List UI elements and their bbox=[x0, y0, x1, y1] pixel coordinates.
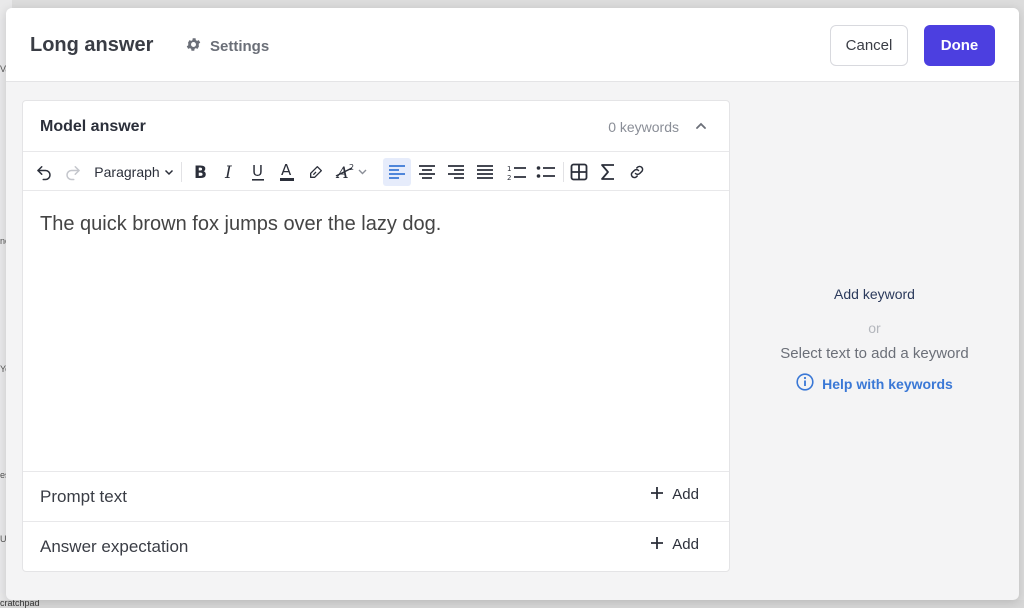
background-footer bbox=[0, 600, 1024, 608]
bullet-list-icon[interactable] bbox=[533, 158, 559, 186]
info-icon bbox=[796, 373, 814, 394]
highlighter-icon[interactable] bbox=[304, 158, 328, 186]
toolbar-divider bbox=[563, 162, 564, 182]
long-answer-modal: Long answer Settings Cancel Done Model a… bbox=[6, 8, 1019, 600]
done-button[interactable]: Done bbox=[924, 25, 995, 66]
svg-text:I: I bbox=[224, 163, 232, 181]
svg-text:A: A bbox=[281, 161, 292, 179]
editor-toolbar: Paragraph B I U A A2 bbox=[23, 151, 729, 191]
align-justify-icon[interactable] bbox=[472, 158, 498, 186]
svg-text:B: B bbox=[194, 163, 207, 181]
settings-button[interactable]: Settings bbox=[185, 36, 269, 57]
keywords-count: 0 keywords bbox=[608, 119, 679, 135]
sigma-icon[interactable] bbox=[595, 158, 621, 186]
align-center-icon[interactable] bbox=[414, 158, 440, 186]
chevron-up-icon[interactable] bbox=[693, 118, 709, 134]
paragraph-select[interactable]: Paragraph bbox=[91, 158, 177, 186]
chevron-down-icon bbox=[164, 167, 174, 177]
add-label: Add bbox=[672, 536, 699, 553]
model-answer-card: Model answer 0 keywords Paragraph B I U … bbox=[22, 100, 730, 572]
add-answer-expectation-button[interactable]: Add bbox=[651, 536, 699, 553]
text-color-icon[interactable]: A bbox=[275, 158, 299, 186]
answer-editor[interactable]: The quick brown fox jumps over the lazy … bbox=[40, 213, 441, 236]
undo-icon[interactable] bbox=[31, 158, 57, 186]
add-label: Add bbox=[672, 486, 699, 503]
clear-format-icon[interactable]: A2 bbox=[333, 158, 373, 186]
table-icon[interactable] bbox=[566, 158, 592, 186]
redo-icon[interactable] bbox=[60, 158, 86, 186]
prompt-text-row: Prompt text Add bbox=[23, 471, 729, 521]
bold-icon[interactable]: B bbox=[188, 158, 212, 186]
keyword-panel: Add keyword or Select text to add a keyw… bbox=[730, 286, 1019, 396]
modal-title: Long answer bbox=[30, 34, 154, 56]
help-with-keywords-link[interactable]: Help with keywords bbox=[796, 373, 953, 394]
underline-icon[interactable]: U bbox=[246, 158, 270, 186]
or-separator: or bbox=[868, 320, 881, 336]
answer-expectation-row: Answer expectation Add bbox=[23, 521, 729, 571]
svg-text:2: 2 bbox=[507, 174, 511, 181]
prompt-text-label: Prompt text bbox=[40, 487, 127, 506]
add-prompt-text-button[interactable]: Add bbox=[651, 486, 699, 503]
numbered-list-icon[interactable]: 12 bbox=[504, 158, 530, 186]
modal-header: Long answer Settings Cancel Done bbox=[6, 8, 1019, 82]
paragraph-label: Paragraph bbox=[94, 164, 160, 180]
select-text-hint: Select text to add a keyword bbox=[780, 345, 969, 362]
link-icon[interactable] bbox=[624, 158, 650, 186]
svg-text:U: U bbox=[252, 162, 263, 180]
italic-icon[interactable]: I bbox=[217, 158, 241, 186]
answer-expectation-label: Answer expectation bbox=[40, 537, 189, 556]
align-left-icon[interactable] bbox=[383, 158, 411, 186]
plus-icon bbox=[651, 536, 664, 553]
card-title: Model answer bbox=[40, 118, 146, 135]
svg-text:1: 1 bbox=[507, 165, 511, 173]
cancel-button[interactable]: Cancel bbox=[830, 25, 908, 66]
toolbar-divider bbox=[181, 162, 182, 182]
align-right-icon[interactable] bbox=[443, 158, 469, 186]
gear-icon bbox=[185, 36, 202, 57]
settings-label: Settings bbox=[210, 38, 270, 55]
card-header: Model answer 0 keywords bbox=[23, 101, 729, 151]
plus-icon bbox=[651, 486, 664, 503]
help-link-label: Help with keywords bbox=[822, 375, 953, 392]
add-keyword-button[interactable]: Add keyword bbox=[730, 286, 1019, 302]
